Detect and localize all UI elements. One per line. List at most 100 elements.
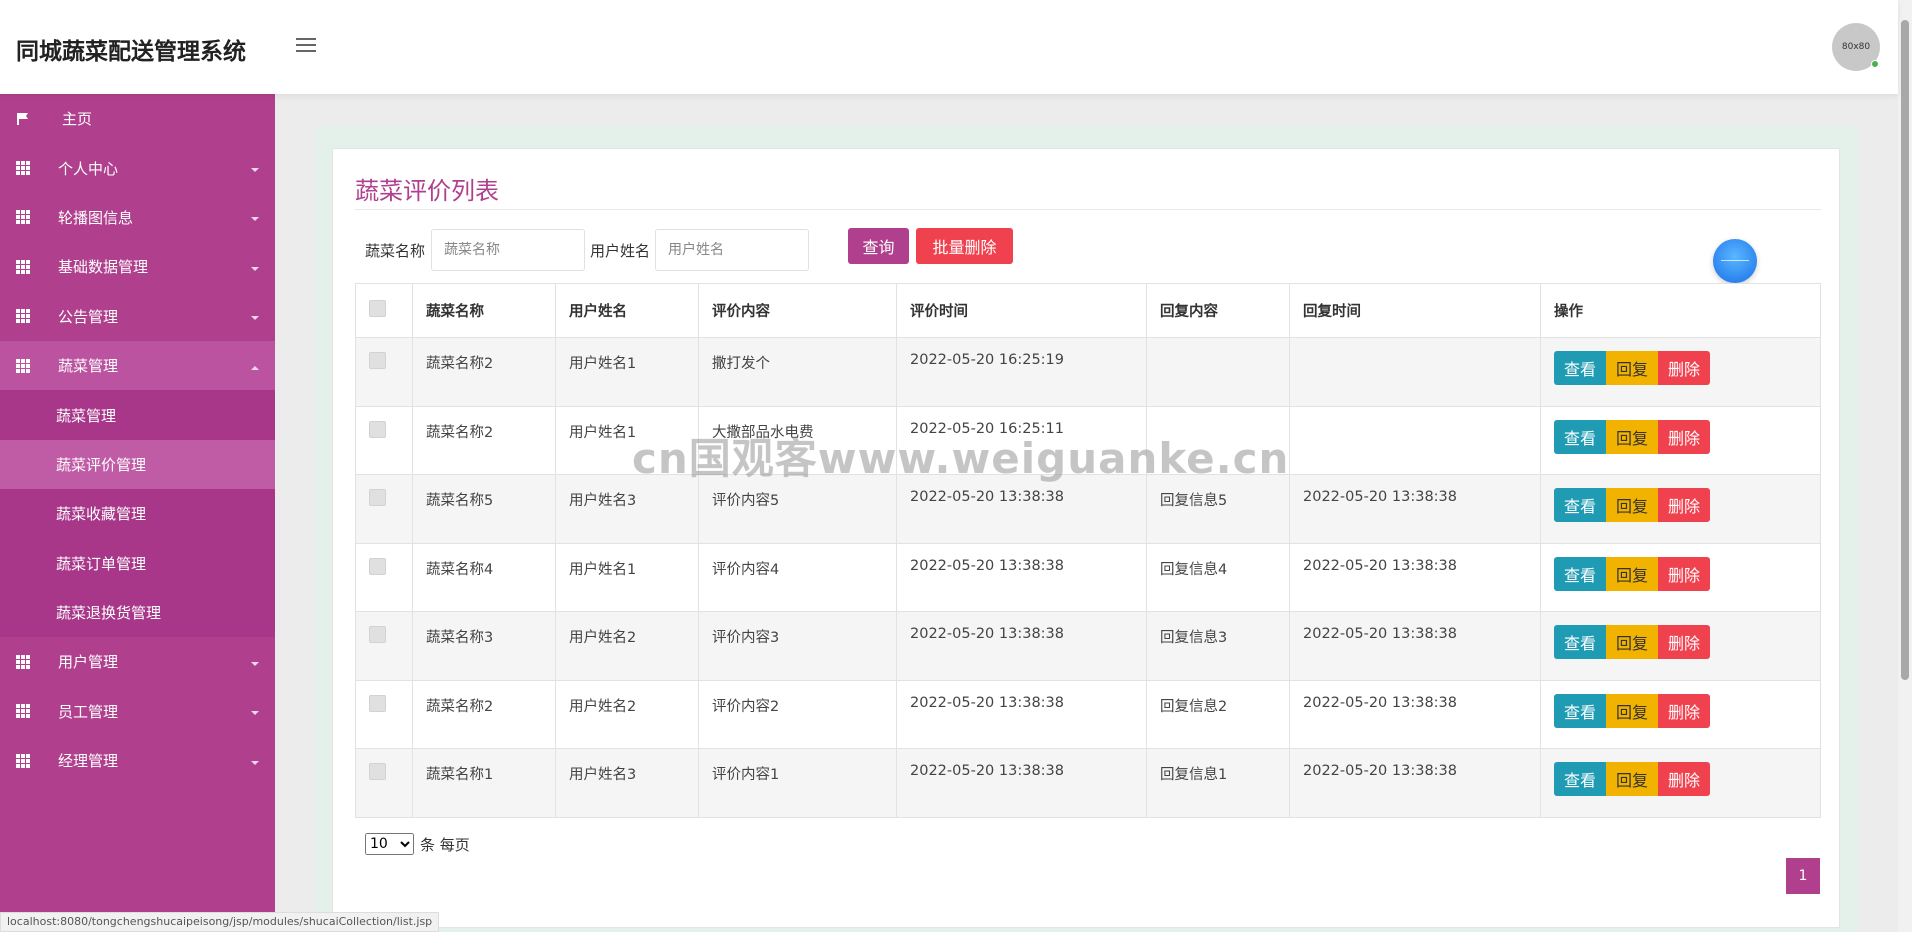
sidebar-item-manager[interactable]: 经理管理 bbox=[0, 736, 275, 785]
row-select-cell bbox=[355, 405, 413, 475]
delete-button[interactable]: 删除 bbox=[1658, 488, 1711, 522]
view-button[interactable]: 查看 bbox=[1554, 351, 1607, 385]
sidebar-item-home[interactable]: 主页 bbox=[0, 94, 275, 143]
sidebar-subitem-vegetable-review[interactable]: 蔬菜评价管理 bbox=[0, 439, 275, 490]
sidebar-item-label: 员工管理 bbox=[58, 702, 119, 721]
delete-button[interactable]: 删除 bbox=[1658, 625, 1711, 659]
cell-review-content: 评价内容2 bbox=[698, 679, 897, 749]
reply-button[interactable]: 回复 bbox=[1606, 419, 1659, 454]
cell-review-content: 评价内容1 bbox=[698, 748, 897, 818]
cell-reply-time bbox=[1289, 337, 1541, 407]
delete-button[interactable]: 删除 bbox=[1658, 693, 1711, 728]
cell-reply-time: 2022-05-20 13:38:38 bbox=[1289, 474, 1541, 544]
row-select-cell bbox=[355, 542, 413, 612]
app-title: 同城蔬菜配送管理系统 bbox=[16, 39, 246, 65]
delete-button[interactable]: 删除 bbox=[1658, 419, 1711, 454]
delete-button[interactable]: 删除 bbox=[1658, 556, 1711, 591]
row-checkbox[interactable] bbox=[369, 489, 386, 506]
view-button[interactable]: 查看 bbox=[1554, 556, 1607, 591]
cell-reply-time: 2022-05-20 13:38:38 bbox=[1289, 679, 1541, 749]
view-button[interactable]: 查看 bbox=[1554, 693, 1607, 728]
view-button[interactable]: 查看 bbox=[1554, 488, 1607, 522]
view-button[interactable]: 查看 bbox=[1554, 419, 1607, 454]
sidebar-subitem-vegetable-manage[interactable]: 蔬菜管理 bbox=[0, 390, 275, 440]
scrollbar-thumb[interactable] bbox=[1901, 20, 1909, 680]
menu-toggle-icon[interactable] bbox=[296, 38, 316, 54]
scrollbar[interactable] bbox=[1898, 0, 1912, 932]
cell-reply-content: 回复信息4 bbox=[1146, 542, 1290, 612]
sidebar-subitem-vegetable-order[interactable]: 蔬菜订单管理 bbox=[0, 538, 275, 588]
row-checkbox[interactable] bbox=[369, 694, 386, 712]
sidebar-item-label: 用户管理 bbox=[58, 653, 119, 672]
cell-veg-name: 蔬菜名称5 bbox=[412, 474, 556, 544]
col-reply-content: 回复内容 bbox=[1146, 283, 1290, 338]
floating-widget-icon[interactable] bbox=[1713, 239, 1757, 283]
cell-reply-content: 回复信息1 bbox=[1146, 748, 1290, 818]
row-checkbox[interactable] bbox=[369, 557, 386, 575]
cell-user-name: 用户姓名3 bbox=[555, 748, 699, 818]
select-all-checkbox[interactable] bbox=[369, 300, 386, 317]
online-status-icon bbox=[1871, 60, 1879, 68]
avatar-text: 80x80 bbox=[1841, 42, 1871, 52]
reply-button[interactable]: 回复 bbox=[1606, 351, 1659, 385]
grid-icon bbox=[16, 753, 30, 768]
cell-review-content: 评价内容3 bbox=[698, 611, 897, 681]
pagination-size: 10 条 每页 bbox=[365, 833, 470, 855]
row-checkbox[interactable] bbox=[369, 420, 386, 438]
row-select-cell bbox=[355, 679, 413, 749]
col-user-name: 用户姓名 bbox=[555, 283, 699, 338]
delete-button[interactable]: 删除 bbox=[1658, 351, 1711, 385]
caret-down-icon bbox=[251, 661, 259, 666]
sidebar-item-label: 公告管理 bbox=[58, 307, 119, 326]
cell-user-name: 用户姓名2 bbox=[555, 611, 699, 681]
sidebar-item-notice[interactable]: 公告管理 bbox=[0, 292, 275, 341]
col-review-content: 评价内容 bbox=[698, 283, 897, 338]
sidebar-item-staff[interactable]: 员工管理 bbox=[0, 687, 275, 736]
cell-veg-name: 蔬菜名称1 bbox=[412, 748, 556, 818]
query-button[interactable]: 查询 bbox=[848, 228, 909, 264]
cell-veg-name: 蔬菜名称3 bbox=[412, 611, 556, 681]
page-size-select[interactable]: 10 bbox=[365, 833, 414, 855]
cell-actions: 查看 回复 删除 bbox=[1540, 474, 1821, 544]
row-checkbox[interactable] bbox=[369, 763, 386, 780]
sidebar-item-basic-data[interactable]: 基础数据管理 bbox=[0, 242, 275, 291]
sidebar-subitem-vegetable-collection[interactable]: 蔬菜收藏管理 bbox=[0, 489, 275, 539]
cell-review-time: 2022-05-20 13:38:38 bbox=[896, 679, 1147, 749]
caret-down-icon bbox=[251, 760, 259, 765]
avatar[interactable]: 80x80 bbox=[1832, 23, 1880, 71]
row-select-cell bbox=[355, 474, 413, 544]
row-checkbox[interactable] bbox=[369, 352, 386, 369]
cell-review-time: 2022-05-20 13:38:38 bbox=[896, 542, 1147, 612]
col-veg-name: 蔬菜名称 bbox=[412, 283, 556, 338]
reply-button[interactable]: 回复 bbox=[1606, 693, 1659, 728]
batch-delete-button[interactable]: 批量删除 bbox=[916, 228, 1013, 264]
cell-actions: 查看 回复 删除 bbox=[1540, 405, 1821, 475]
reply-button[interactable]: 回复 bbox=[1606, 762, 1659, 796]
title-divider bbox=[355, 209, 1821, 210]
veg-name-input[interactable] bbox=[431, 229, 585, 271]
reply-button[interactable]: 回复 bbox=[1606, 625, 1659, 659]
view-button[interactable]: 查看 bbox=[1554, 625, 1607, 659]
select-all-cell bbox=[355, 283, 413, 338]
cell-reply-content bbox=[1146, 337, 1290, 407]
table-row: 蔬菜名称2 用户姓名1 撒打发个 2022-05-20 16:25:19 查看 回复 删除 bbox=[355, 337, 1821, 407]
sidebar-item-carousel[interactable]: 轮播图信息 bbox=[0, 193, 275, 242]
table-row: 蔬菜名称2 用户姓名2 评价内容2 2022-05-20 13:38:38 回复信息2 2… bbox=[355, 679, 1821, 749]
cell-actions: 查看 回复 删除 bbox=[1540, 611, 1821, 681]
reply-button[interactable]: 回复 bbox=[1606, 556, 1659, 591]
view-button[interactable]: 查看 bbox=[1554, 762, 1607, 796]
reply-button[interactable]: 回复 bbox=[1606, 488, 1659, 522]
delete-button[interactable]: 删除 bbox=[1658, 762, 1711, 796]
row-checkbox[interactable] bbox=[369, 626, 386, 643]
sidebar-subitem-vegetable-return[interactable]: 蔬菜退换货管理 bbox=[0, 587, 275, 638]
cell-reply-time bbox=[1289, 405, 1541, 475]
grid-icon bbox=[16, 161, 30, 176]
col-review-time: 评价时间 bbox=[896, 283, 1147, 338]
sidebar-item-vegetable[interactable]: 蔬菜管理 bbox=[0, 340, 275, 391]
grid-icon bbox=[16, 358, 30, 373]
caret-down-icon bbox=[251, 266, 259, 271]
page-number-button[interactable]: 1 bbox=[1786, 858, 1820, 894]
sidebar-item-user[interactable]: 用户管理 bbox=[0, 637, 275, 686]
user-name-input[interactable] bbox=[655, 229, 809, 271]
sidebar-item-personal-center[interactable]: 个人中心 bbox=[0, 143, 275, 192]
